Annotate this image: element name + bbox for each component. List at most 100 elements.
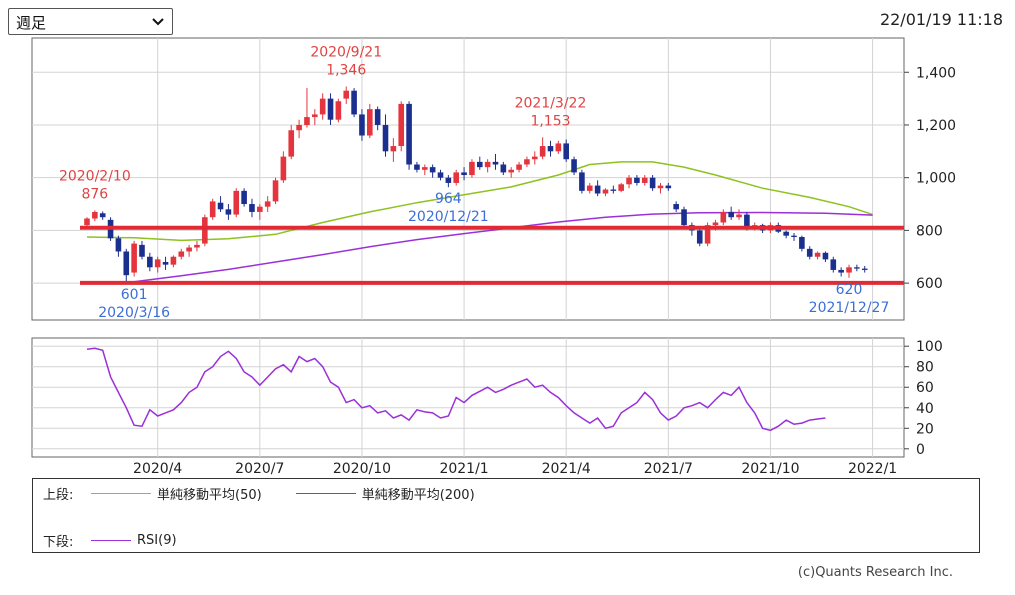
candle-body [382, 124, 389, 152]
annotation-label: 876 [81, 186, 108, 202]
candle-body [822, 252, 829, 260]
annotation-label: 620 [836, 282, 863, 298]
annotation-label: 2020/12/21 [408, 209, 489, 225]
candle-body [492, 161, 499, 165]
candle-body [257, 206, 263, 212]
x-tick-label: 2021/10 [741, 461, 799, 477]
candle-body [249, 204, 255, 212]
candle-body [202, 217, 208, 244]
candle-body [728, 211, 734, 218]
candle-body [602, 189, 609, 194]
legend-lower-label: 下段: [43, 535, 74, 550]
candle-body [241, 190, 247, 205]
candle-body [319, 98, 326, 115]
legend-line-sma50 [91, 493, 151, 494]
candle-body [665, 185, 672, 189]
candle-body [233, 190, 240, 215]
candle-body [461, 172, 467, 176]
candle-body [154, 259, 161, 268]
candle-body [139, 244, 145, 257]
candle-body [657, 185, 664, 189]
candle-body [92, 211, 98, 219]
candle-body [563, 143, 569, 160]
candle-body [673, 204, 679, 210]
candle-body [799, 236, 805, 249]
candle-body [374, 109, 381, 125]
candle-body [335, 101, 342, 120]
y-tick-label-lower: 80 [916, 360, 934, 376]
candle-body [453, 172, 460, 183]
candle-body [288, 130, 295, 157]
candle-body [531, 156, 538, 160]
candle-body [618, 184, 624, 191]
candle-body [547, 146, 554, 152]
candle-body [99, 213, 106, 218]
candle-body [398, 103, 405, 147]
candle-body [626, 177, 632, 185]
legend-line-rsi [91, 540, 131, 541]
candle-body [296, 124, 302, 131]
candle-body [649, 177, 656, 189]
x-tick-label: 2022/1 [848, 461, 897, 477]
lower-panel-frame [31, 337, 905, 458]
candle-body [712, 222, 719, 226]
candle-body [445, 177, 452, 183]
candle-body [634, 177, 640, 183]
annotation-label: 2021/12/27 [809, 300, 890, 316]
legend-sma200-label: 単純移動平均(200) [361, 488, 475, 503]
x-tick-label: 2021/7 [644, 461, 693, 477]
candle-body [476, 161, 483, 168]
y-tick-label-lower: 20 [916, 421, 934, 437]
annotation-label: 601 [121, 287, 148, 303]
candle-body [696, 230, 703, 244]
y-tick-label-upper: 600 [916, 276, 943, 292]
candle-body [406, 103, 412, 165]
candle-body [500, 164, 507, 173]
x-tick-label: 2021/4 [542, 461, 591, 477]
annotation-label: 2020/2/10 [59, 168, 131, 184]
y-tick-label-lower: 0 [916, 442, 925, 458]
candle-body [186, 247, 192, 252]
candle-body [508, 169, 515, 173]
candle-body [437, 172, 444, 178]
candle-body [264, 201, 271, 207]
y-tick-label-lower: 40 [916, 401, 934, 417]
candle-body [720, 211, 727, 223]
candle-body [162, 262, 169, 265]
x-tick-label: 2020/7 [235, 461, 284, 477]
legend-item-rsi: RSI(9) [91, 533, 177, 548]
candle-body [469, 161, 475, 176]
candle-body [586, 185, 593, 191]
candle-body [610, 189, 617, 191]
annotation-label: 1,153 [530, 113, 570, 129]
annotation-label: 1,346 [326, 62, 366, 78]
candle-body [791, 235, 797, 237]
candle-body [217, 202, 224, 210]
candle-body [736, 214, 742, 218]
legend-rsi-label: RSI(9) [137, 533, 177, 548]
candle-body [178, 251, 185, 257]
candle-body [359, 114, 365, 136]
candle-body [846, 267, 852, 273]
candle-body [539, 146, 546, 157]
legend-upper-label: 上段: [43, 488, 74, 503]
candle-body [131, 243, 137, 273]
candle-body [421, 167, 428, 170]
y-tick-label-upper: 1,200 [916, 118, 956, 134]
annotation-label: 2020/3/16 [98, 305, 170, 321]
candle-body [280, 156, 287, 181]
candle-body [343, 90, 350, 99]
legend-item-sma200: 単純移動平均(200) [295, 484, 475, 503]
candle-body [84, 218, 90, 226]
candle-body [571, 159, 577, 173]
candle-body [304, 117, 310, 125]
y-tick-label-lower: 100 [916, 339, 943, 355]
legend: 上段: 単純移動平均(50) 単純移動平均(200) 下段: RSI(9) [32, 478, 980, 553]
candle-body [225, 209, 232, 215]
candle-body [123, 251, 130, 276]
candle-body [115, 238, 122, 252]
candle-body [351, 90, 357, 115]
candle-body [524, 159, 530, 165]
candle-body [838, 269, 844, 273]
candle-body [555, 143, 562, 152]
